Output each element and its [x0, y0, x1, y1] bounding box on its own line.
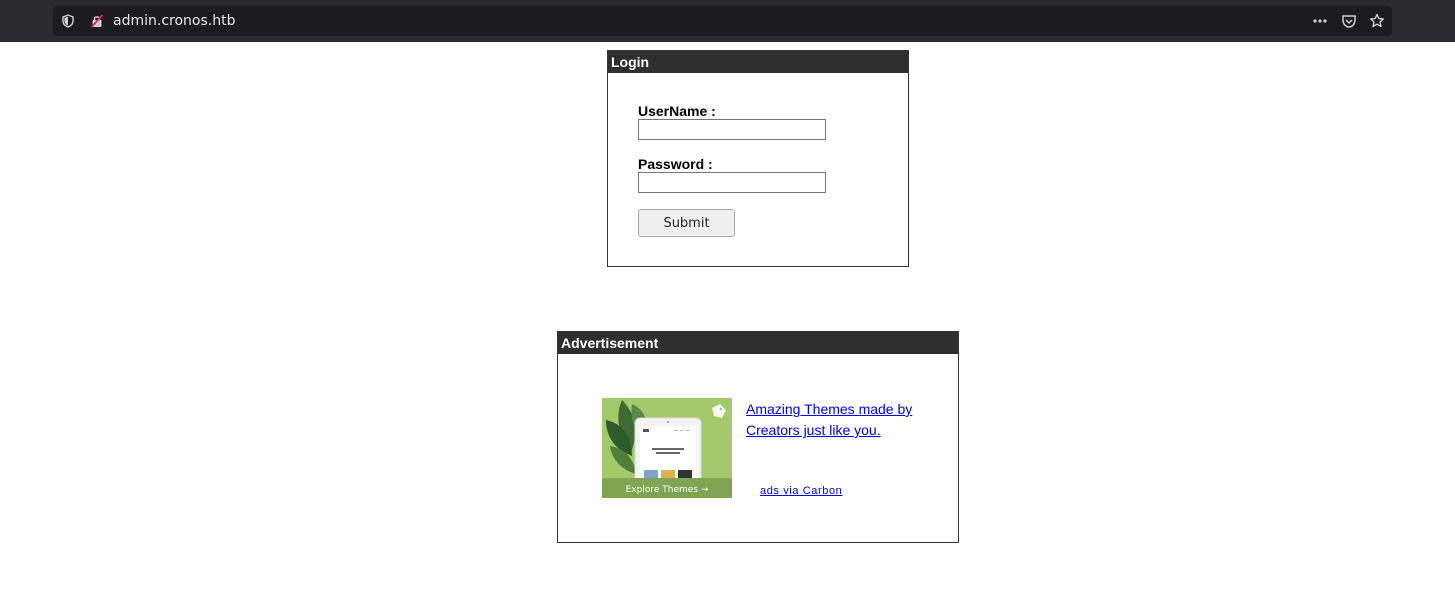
advertisement-title: Advertisement	[558, 332, 958, 354]
browser-toolbar: admin.cronos.htb	[0, 0, 1455, 42]
password-label: Password :	[638, 156, 713, 172]
more-icon[interactable]	[1312, 13, 1328, 29]
advertisement-panel: Advertisement Explore Themes → Amazing T…	[557, 331, 959, 543]
ad-link[interactable]: Amazing Themes made by Creators just lik…	[746, 399, 946, 441]
username-label: UserName :	[638, 103, 716, 119]
password-input[interactable]	[638, 172, 826, 193]
username-input[interactable]	[638, 119, 826, 140]
shield-icon[interactable]	[61, 14, 75, 28]
url-text[interactable]: admin.cronos.htb	[113, 6, 235, 36]
address-bar[interactable]: admin.cronos.htb	[53, 6, 1392, 36]
pocket-icon[interactable]	[1341, 13, 1357, 29]
ad-themes-illustration: Explore Themes →	[602, 398, 732, 498]
submit-button[interactable]: Submit	[638, 209, 735, 237]
bookmark-star-icon[interactable]	[1369, 13, 1385, 29]
login-panel: Login UserName : Password : Submit	[607, 50, 909, 267]
ad-image[interactable]: Explore Themes →	[602, 398, 732, 498]
ads-via-carbon-link[interactable]: ads via Carbon	[760, 485, 842, 497]
insecure-lock-icon[interactable]	[90, 14, 104, 28]
ad-image-caption: Explore Themes →	[626, 485, 709, 495]
login-title: Login	[608, 51, 908, 73]
